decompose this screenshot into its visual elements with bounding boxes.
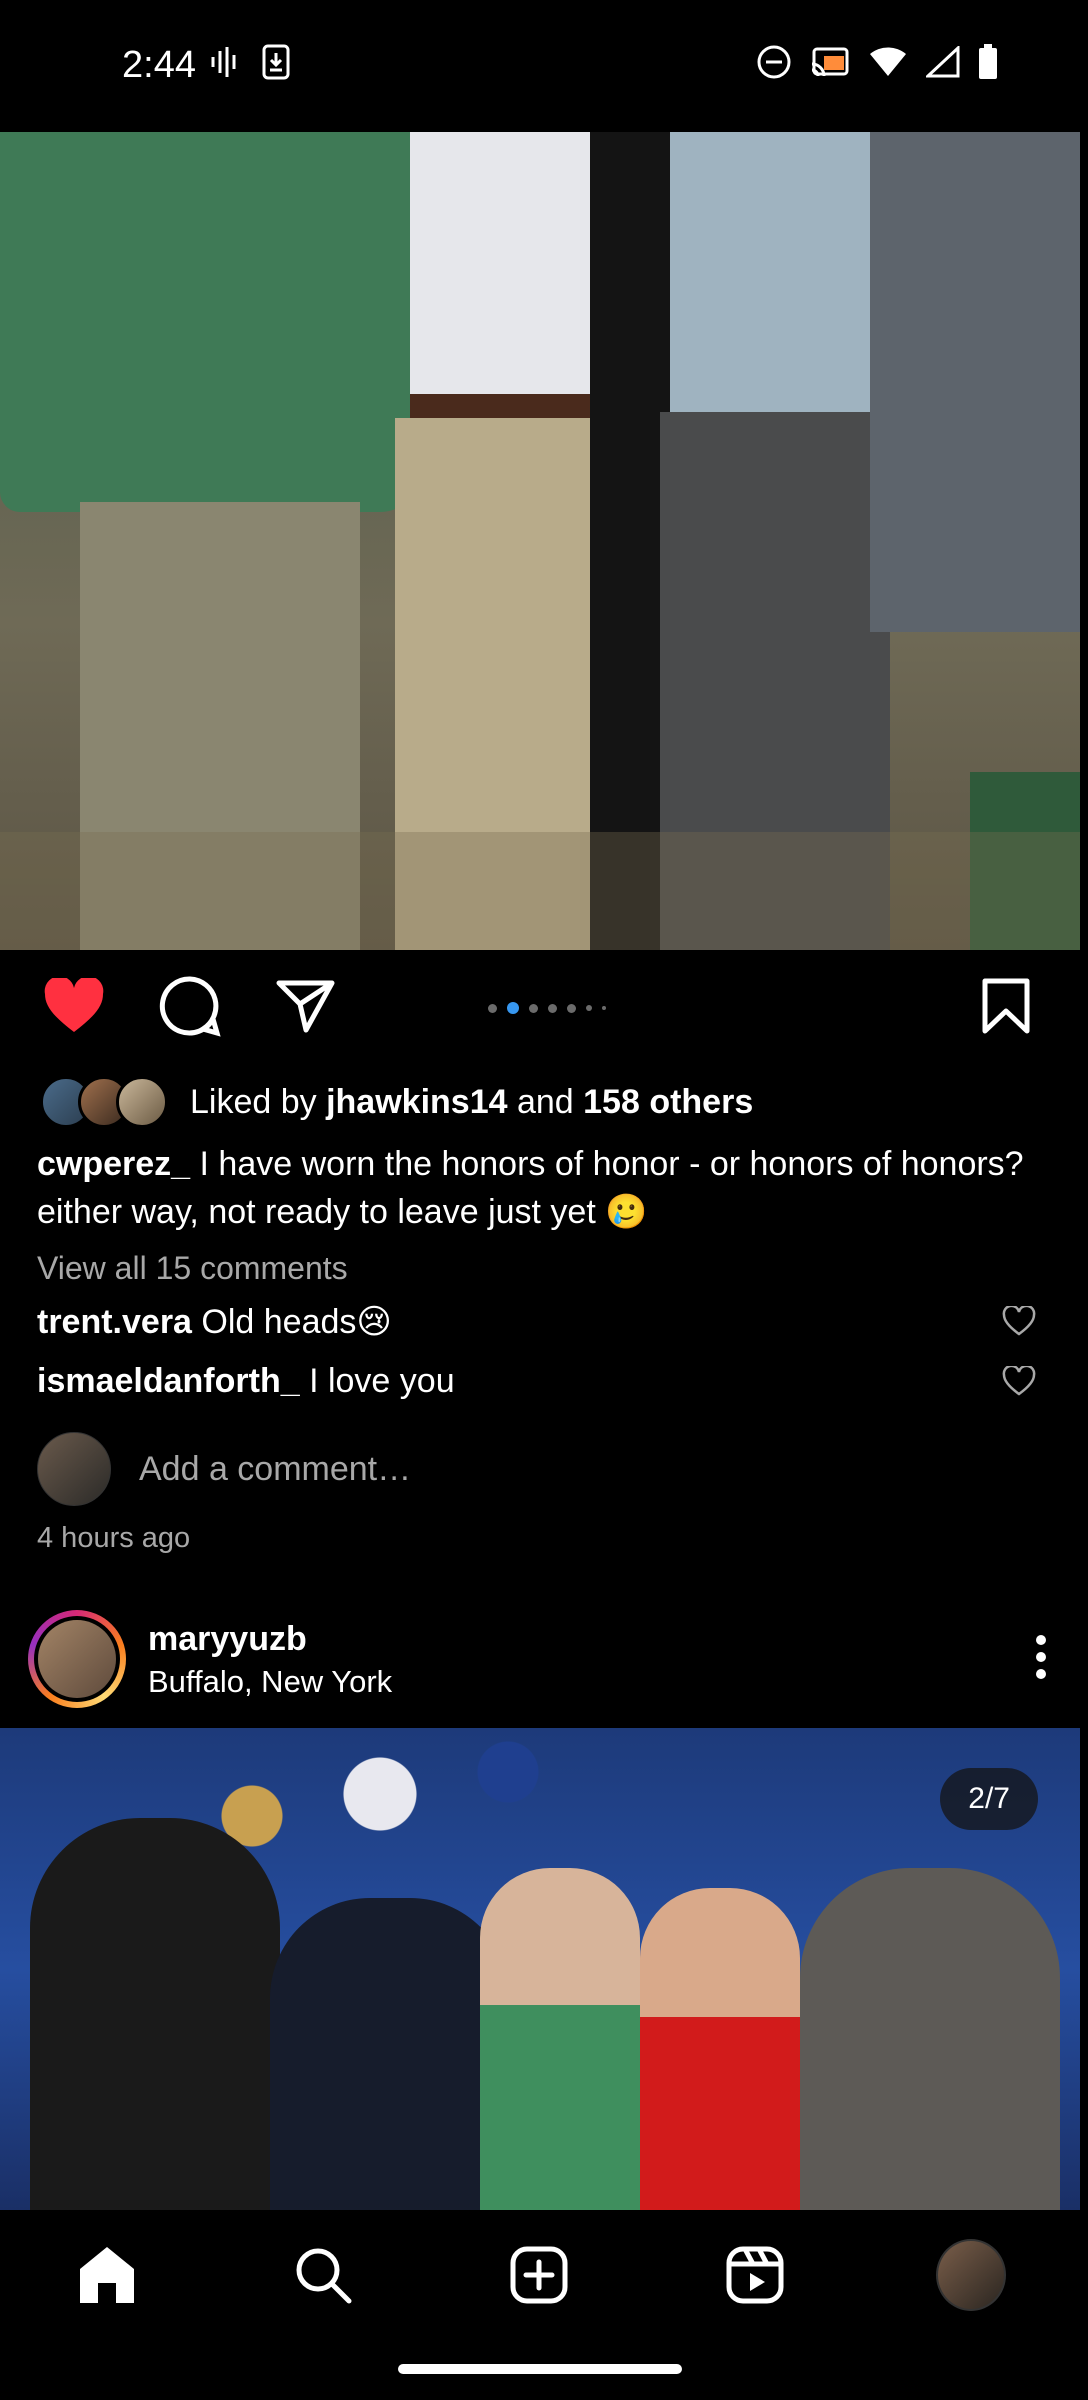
status-time: 2:44 [122, 44, 196, 86]
signal-icon [926, 46, 960, 78]
heart-outline-icon [1002, 1304, 1036, 1336]
likes-others-link[interactable]: 158 others [583, 1083, 753, 1121]
likes-prefix: Liked by [190, 1082, 327, 1121]
photo-person-3 [480, 1868, 640, 2210]
photo-steps [0, 832, 1080, 950]
post-image[interactable] [0, 132, 1080, 950]
comment-icon [159, 976, 221, 1037]
nav-create[interactable] [504, 2240, 574, 2310]
add-comment-row[interactable]: Add a comment… [37, 1432, 411, 1506]
comment-like-button[interactable] [1002, 1364, 1036, 1401]
photo-figure-black-gown [590, 132, 670, 950]
more-options-button[interactable] [1034, 1634, 1048, 1685]
status-bar: 2:44 [0, 0, 1088, 132]
bottom-navigation [0, 2210, 1088, 2340]
heart-outline-icon [1002, 1364, 1036, 1396]
post-header: maryyuzb Buffalo, New York [28, 1610, 1068, 1710]
photo-person-5 [800, 1868, 1060, 2210]
system-home-indicator[interactable] [398, 2364, 682, 2374]
create-icon [510, 2246, 568, 2304]
nav-reels[interactable] [720, 2240, 790, 2310]
comment-button[interactable] [154, 970, 226, 1042]
post-caption: cwperez_ I have worn the honors of honor… [37, 1140, 1037, 1236]
photo-figure-white-shirt [410, 132, 590, 402]
status-right-icons [756, 44, 998, 80]
likes-text: Liked by jhawkins14 and 158 others [190, 1083, 753, 1122]
post-author-username[interactable]: maryyuzb [148, 1620, 307, 1659]
more-vertical-icon [1036, 1635, 1046, 1679]
heart-filled-icon [44, 978, 104, 1032]
comment-username[interactable]: trent.vera [37, 1303, 192, 1341]
carousel-dot [548, 1003, 557, 1013]
photo-figure-green-jacket [0, 132, 420, 512]
comment-text: Old heads😢 [191, 1303, 392, 1341]
photo-person-4 [640, 1888, 800, 2210]
likes-summary[interactable]: Liked by jhawkins14 and 158 others [40, 1076, 753, 1128]
profile-avatar [936, 2239, 1006, 2311]
comment-text: I love you [299, 1362, 455, 1400]
caption-username[interactable]: cwperez_ [37, 1145, 190, 1183]
likes-user-link[interactable]: jhawkins14 [326, 1083, 507, 1121]
author-avatar [38, 1620, 116, 1698]
nav-search[interactable] [288, 2240, 358, 2310]
current-user-avatar [37, 1432, 111, 1506]
cast-icon [811, 47, 849, 77]
carousel-dot [602, 1006, 606, 1010]
add-comment-input[interactable]: Add a comment… [139, 1450, 411, 1489]
wifi-icon [870, 47, 906, 76]
search-icon [296, 2248, 352, 2304]
photo-figure-belt [410, 394, 590, 418]
comment-like-button[interactable] [1002, 1304, 1036, 1341]
share-button[interactable] [270, 970, 342, 1042]
voice-wave-icon [211, 47, 236, 77]
nav-home[interactable] [72, 2240, 142, 2310]
share-icon [276, 980, 335, 1033]
carousel-dot [488, 1003, 497, 1013]
battery-icon [979, 44, 997, 79]
carousel-dot-active [507, 1002, 519, 1014]
likes-middle: and [507, 1082, 584, 1121]
status-left-icons [210, 44, 290, 80]
photo-person-2 [270, 1898, 510, 2210]
comment-username[interactable]: ismaeldanforth_ [37, 1362, 300, 1400]
post-image[interactable]: 2/7 [0, 1728, 1080, 2210]
liker-avatar [116, 1076, 168, 1128]
carousel-dot [529, 1003, 538, 1013]
carousel-dot [567, 1003, 576, 1013]
carousel-dot [586, 1005, 592, 1011]
liker-avatars [40, 1076, 168, 1128]
home-icon [80, 2247, 134, 2303]
post-timestamp: 4 hours ago [37, 1522, 191, 1554]
bookmark-icon [982, 978, 1030, 1034]
story-ring[interactable] [28, 1610, 126, 1708]
comment-row: ismaeldanforth_ I love you [37, 1362, 455, 1401]
carousel-counter: 2/7 [940, 1768, 1038, 1830]
view-all-comments-link[interactable]: View all 15 comments [37, 1250, 348, 1287]
download-icon [262, 44, 290, 80]
post-location[interactable]: Buffalo, New York [148, 1664, 392, 1700]
post-action-bar [0, 966, 1088, 1056]
photo-person-1 [30, 1818, 280, 2210]
nav-profile[interactable] [936, 2239, 1006, 2311]
comment-row: trent.vera Old heads😢 [37, 1302, 392, 1342]
save-button[interactable] [970, 970, 1042, 1042]
carousel-indicator [488, 1002, 606, 1014]
like-button[interactable] [38, 970, 110, 1042]
photo-figure-gray-coat [870, 132, 1080, 632]
dnd-icon [757, 45, 791, 79]
reels-icon [726, 2246, 784, 2304]
photo-figure-blue-shirt [670, 132, 870, 412]
